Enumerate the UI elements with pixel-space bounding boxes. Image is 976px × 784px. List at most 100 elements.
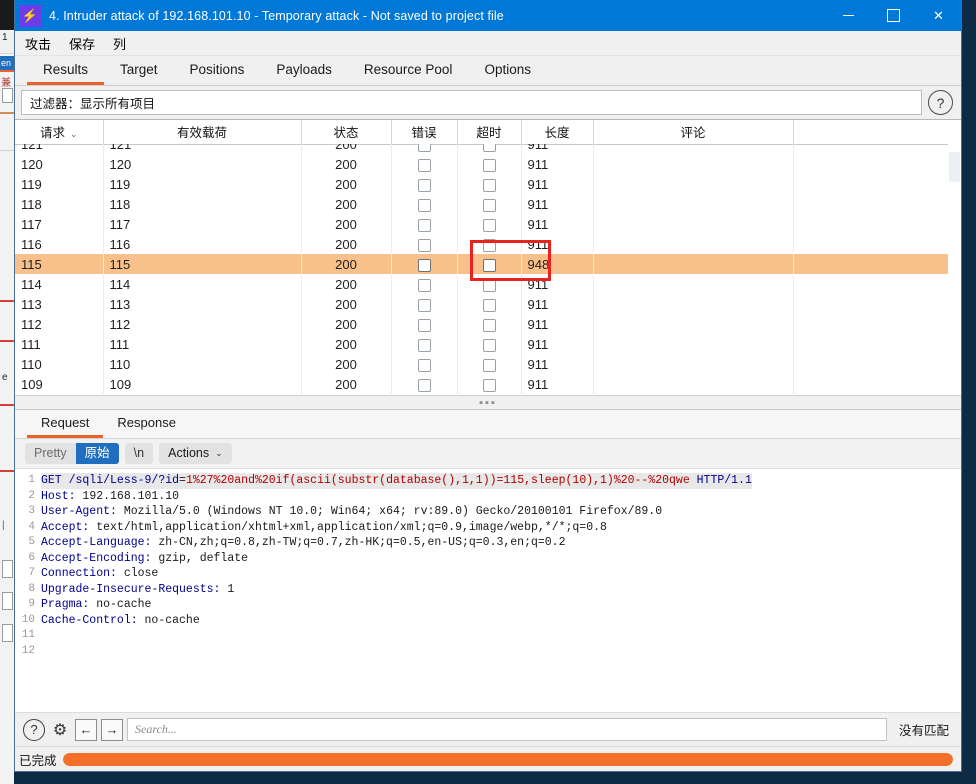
- table-row[interactable]: 110 110 200 911: [15, 354, 959, 374]
- cell-timeout[interactable]: [457, 314, 522, 334]
- cell-timeout[interactable]: [457, 354, 522, 374]
- actions-button[interactable]: Actions ⌄: [159, 443, 232, 464]
- table-row[interactable]: 113 113 200 911: [15, 294, 959, 314]
- cell-timeout[interactable]: [457, 374, 522, 394]
- cell-error[interactable]: [391, 194, 458, 214]
- tab-target[interactable]: Target: [104, 62, 174, 85]
- table-row[interactable]: 118 118 200 911: [15, 194, 959, 214]
- timeout-checkbox[interactable]: [482, 338, 496, 352]
- timeout-checkbox[interactable]: [482, 158, 496, 172]
- cell-timeout[interactable]: [457, 154, 522, 174]
- table-row[interactable]: 115 115 200 948: [15, 254, 959, 274]
- minimize-button[interactable]: [826, 0, 871, 31]
- cell-error[interactable]: [391, 314, 458, 334]
- menu-item-attack[interactable]: 攻击: [25, 34, 51, 53]
- table-row[interactable]: 111 111 200 911: [15, 334, 959, 354]
- search-prev-icon[interactable]: ←: [75, 718, 97, 741]
- column-header-comment[interactable]: 评论: [593, 120, 794, 145]
- column-header-request[interactable]: 请求 ⌄: [15, 120, 104, 145]
- close-button[interactable]: ✕: [916, 0, 961, 31]
- error-checkbox[interactable]: [417, 278, 431, 292]
- error-checkbox[interactable]: [417, 338, 431, 352]
- error-checkbox[interactable]: [417, 378, 431, 392]
- results-vertical-scrollbar[interactable]: [948, 144, 961, 395]
- table-row[interactable]: 117 117 200 911: [15, 214, 959, 234]
- gear-icon[interactable]: ⚙: [49, 719, 71, 741]
- cell-error[interactable]: [391, 214, 458, 234]
- cell-error[interactable]: [391, 274, 458, 294]
- pretty-button[interactable]: Pretty: [25, 443, 76, 464]
- cell-error[interactable]: [391, 374, 458, 394]
- search-help-icon[interactable]: ?: [23, 718, 45, 741]
- cell-error[interactable]: [391, 174, 458, 194]
- table-row[interactable]: 112 112 200 911: [15, 314, 959, 334]
- panel-splitter[interactable]: ▪▪▪: [15, 395, 961, 409]
- cell-error[interactable]: [391, 354, 458, 374]
- menu-item-save[interactable]: 保存: [69, 34, 95, 53]
- table-row[interactable]: 116 116 200 911: [15, 234, 959, 254]
- cell-timeout[interactable]: [457, 194, 522, 214]
- cell-timeout[interactable]: [457, 254, 522, 274]
- tab-positions[interactable]: Positions: [174, 62, 261, 85]
- table-row[interactable]: 121 121 200 911: [15, 144, 959, 154]
- table-row[interactable]: 114 114 200 911: [15, 274, 959, 294]
- timeout-checkbox[interactable]: [482, 258, 496, 272]
- timeout-checkbox[interactable]: [482, 238, 496, 252]
- error-checkbox[interactable]: [417, 258, 431, 272]
- filter-input[interactable]: 过滤器：显示所有项目: [21, 90, 922, 115]
- error-checkbox[interactable]: [417, 298, 431, 312]
- timeout-checkbox[interactable]: [482, 178, 496, 192]
- newline-button[interactable]: \n: [124, 443, 154, 464]
- table-row[interactable]: 109 109 200 911: [15, 374, 959, 394]
- error-checkbox[interactable]: [417, 198, 431, 212]
- timeout-checkbox[interactable]: [482, 358, 496, 372]
- cell-error[interactable]: [391, 154, 458, 174]
- cell-error[interactable]: [391, 234, 458, 254]
- error-checkbox[interactable]: [417, 358, 431, 372]
- search-input[interactable]: Search...: [127, 718, 887, 741]
- tab-payloads[interactable]: Payloads: [260, 62, 348, 85]
- table-row[interactable]: 119 119 200 911: [15, 174, 959, 194]
- error-checkbox[interactable]: [417, 144, 431, 152]
- error-checkbox[interactable]: [417, 238, 431, 252]
- table-row[interactable]: 120 120 200 911: [15, 154, 959, 174]
- cell-timeout[interactable]: [457, 144, 522, 154]
- search-next-icon[interactable]: →: [101, 718, 123, 741]
- timeout-checkbox[interactable]: [482, 144, 496, 152]
- cell-timeout[interactable]: [457, 294, 522, 314]
- tab-request[interactable]: Request: [27, 415, 104, 438]
- help-icon[interactable]: ?: [928, 90, 953, 115]
- cell-timeout[interactable]: [457, 174, 522, 194]
- cell-error[interactable]: [391, 254, 458, 274]
- error-checkbox[interactable]: [417, 178, 431, 192]
- column-header-length[interactable]: 长度: [521, 120, 594, 145]
- cell-error[interactable]: [391, 144, 458, 154]
- error-checkbox[interactable]: [417, 218, 431, 232]
- maximize-button[interactable]: [871, 0, 916, 31]
- column-header-timeout[interactable]: 超时: [457, 120, 522, 145]
- cell-timeout[interactable]: [457, 334, 522, 354]
- tab-options[interactable]: Options: [468, 62, 547, 85]
- tab-resource-pool[interactable]: Resource Pool: [348, 62, 469, 85]
- cell-timeout[interactable]: [457, 234, 522, 254]
- column-header-status[interactable]: 状态: [301, 120, 392, 145]
- error-checkbox[interactable]: [417, 318, 431, 332]
- cell-timeout[interactable]: [457, 214, 522, 234]
- error-checkbox[interactable]: [417, 158, 431, 172]
- timeout-checkbox[interactable]: [482, 198, 496, 212]
- menu-item-columns[interactable]: 列: [113, 34, 126, 53]
- timeout-checkbox[interactable]: [482, 218, 496, 232]
- tab-results[interactable]: Results: [27, 62, 105, 85]
- column-header-error[interactable]: 错误: [391, 120, 458, 145]
- timeout-checkbox[interactable]: [482, 318, 496, 332]
- timeout-checkbox[interactable]: [482, 278, 496, 292]
- scrollbar-thumb[interactable]: [949, 152, 960, 182]
- cell-timeout[interactable]: [457, 274, 522, 294]
- cell-error[interactable]: [391, 334, 458, 354]
- request-code-view[interactable]: 1 GET /sqli/Less-9/?id=1%27%20and%20if(as…: [15, 469, 961, 712]
- raw-button[interactable]: 原始: [75, 443, 119, 464]
- column-header-payload[interactable]: 有效载荷: [103, 120, 302, 145]
- timeout-checkbox[interactable]: [482, 298, 496, 312]
- cell-error[interactable]: [391, 294, 458, 314]
- tab-response[interactable]: Response: [103, 415, 190, 438]
